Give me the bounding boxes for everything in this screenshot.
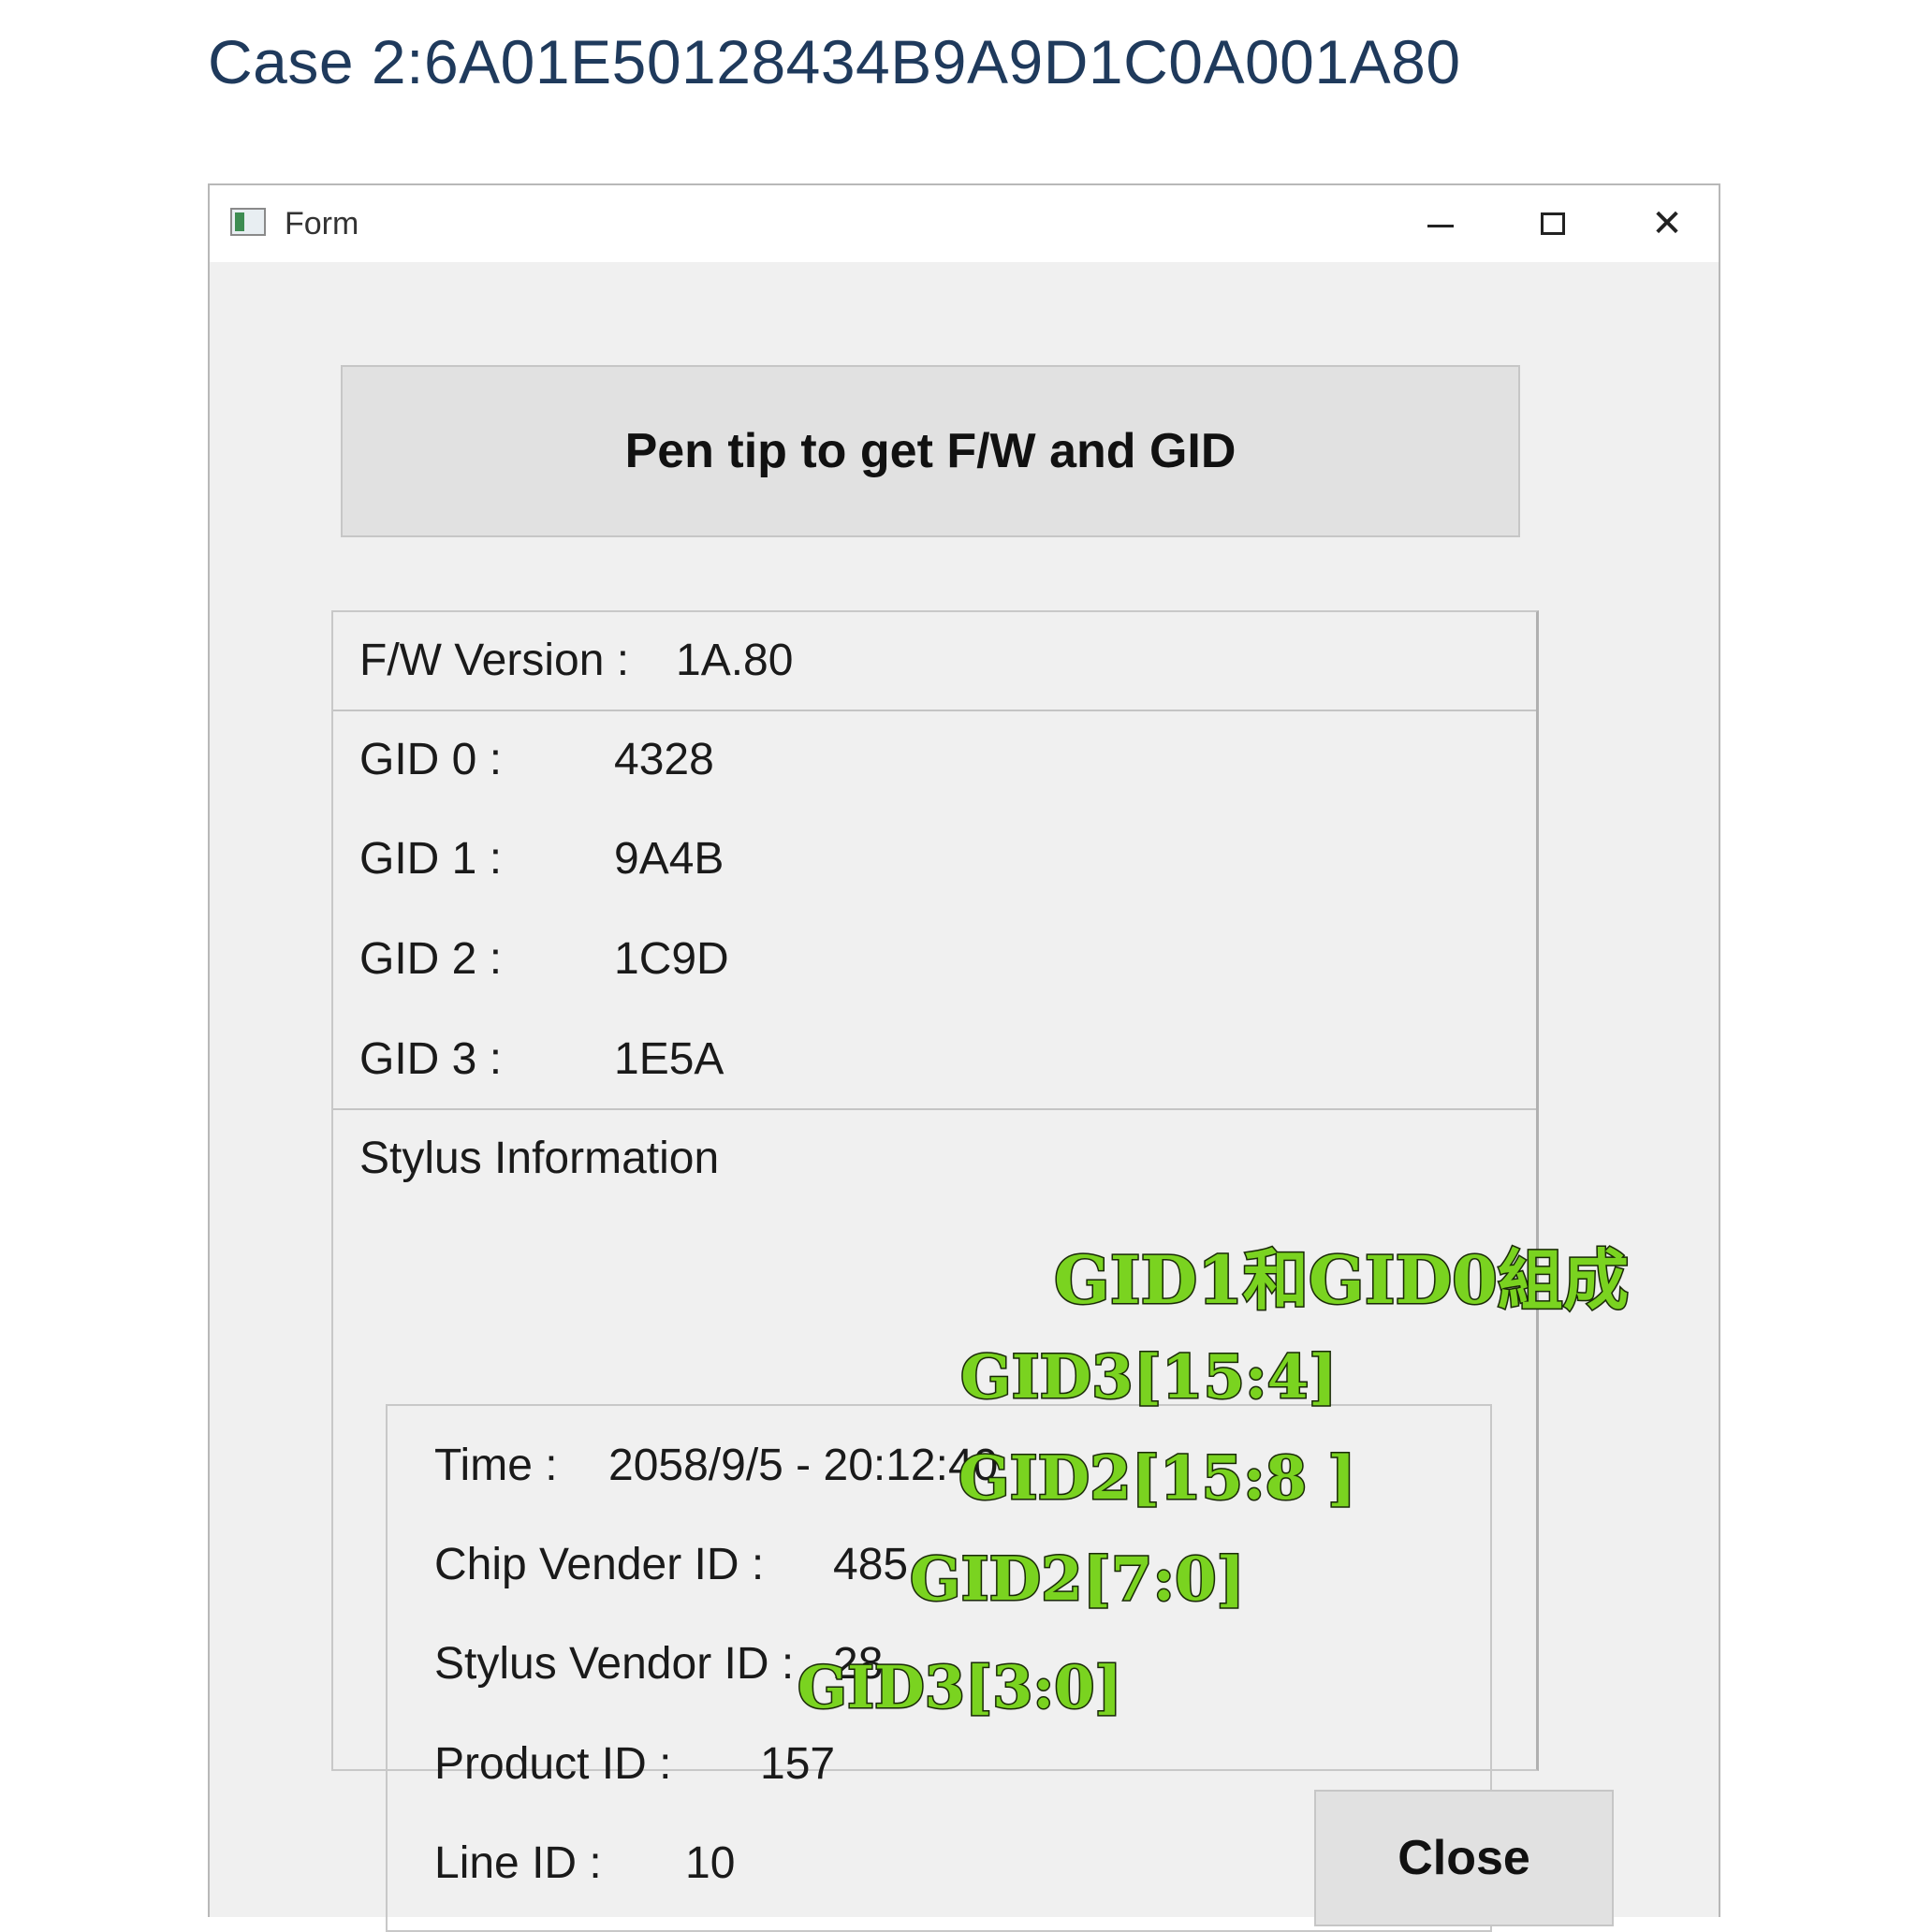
annotation-product-id: GID2[7:0]	[909, 1544, 1247, 1617]
case-title: Case 2:6A01E50128434B9A9D1C0A001A80	[208, 27, 1461, 96]
product-id-label: Product ID :	[434, 1739, 672, 1789]
annotation-stylus-vendor: GID2[15:8 ]	[958, 1442, 1358, 1515]
time-value: 2058/9/5 - 20:12:40	[608, 1441, 999, 1490]
form-app-icon	[230, 208, 266, 236]
close-button[interactable]: Close	[1314, 1790, 1614, 1926]
gid0-value: 4328	[614, 735, 714, 784]
gid3-value: 1E5A	[614, 1034, 724, 1084]
maximize-icon	[1541, 212, 1565, 235]
gid3-label: GID 3 :	[359, 1034, 503, 1084]
stylus-vendor-label: Stylus Vendor ID :	[434, 1639, 795, 1689]
chip-vendor-value: 485	[833, 1540, 909, 1589]
annotation-chip-vendor: GID3[15:4]	[958, 1341, 1338, 1414]
close-icon: ✕	[1651, 202, 1683, 245]
time-label: Time :	[434, 1441, 558, 1490]
gid1-value: 9A4B	[614, 834, 724, 884]
minimize-icon	[1427, 224, 1454, 227]
fw-version-value: 1A.80	[676, 636, 794, 685]
annotation-line-id: GID3[3:0]	[797, 1652, 1124, 1723]
chip-vendor-label: Chip Vender ID :	[434, 1540, 765, 1589]
stylus-section-label: Stylus Information	[359, 1134, 720, 1183]
maximize-button[interactable]	[1520, 198, 1586, 249]
line-id-value: 10	[685, 1838, 736, 1888]
line-id-label: Line ID :	[434, 1838, 602, 1888]
fw-version-label: F/W Version :	[359, 636, 630, 685]
minimize-button[interactable]	[1408, 198, 1473, 249]
product-id-value: 157	[760, 1739, 836, 1789]
gid1-label: GID 1 :	[359, 834, 503, 884]
gid2-value: 1C9D	[614, 934, 729, 984]
divider	[333, 710, 1536, 711]
gid0-label: GID 0 :	[359, 735, 503, 784]
window-close-button[interactable]: ✕	[1634, 198, 1700, 249]
gid2-label: GID 2 :	[359, 934, 503, 984]
divider	[333, 1108, 1536, 1110]
get-fw-gid-button[interactable]: Pen tip to get F/W and GID	[341, 365, 1520, 537]
annotation-time: GID1和GID0組成	[1053, 1240, 1631, 1321]
title-bar: Form ✕	[210, 185, 1719, 262]
window-title: Form	[285, 206, 359, 242]
